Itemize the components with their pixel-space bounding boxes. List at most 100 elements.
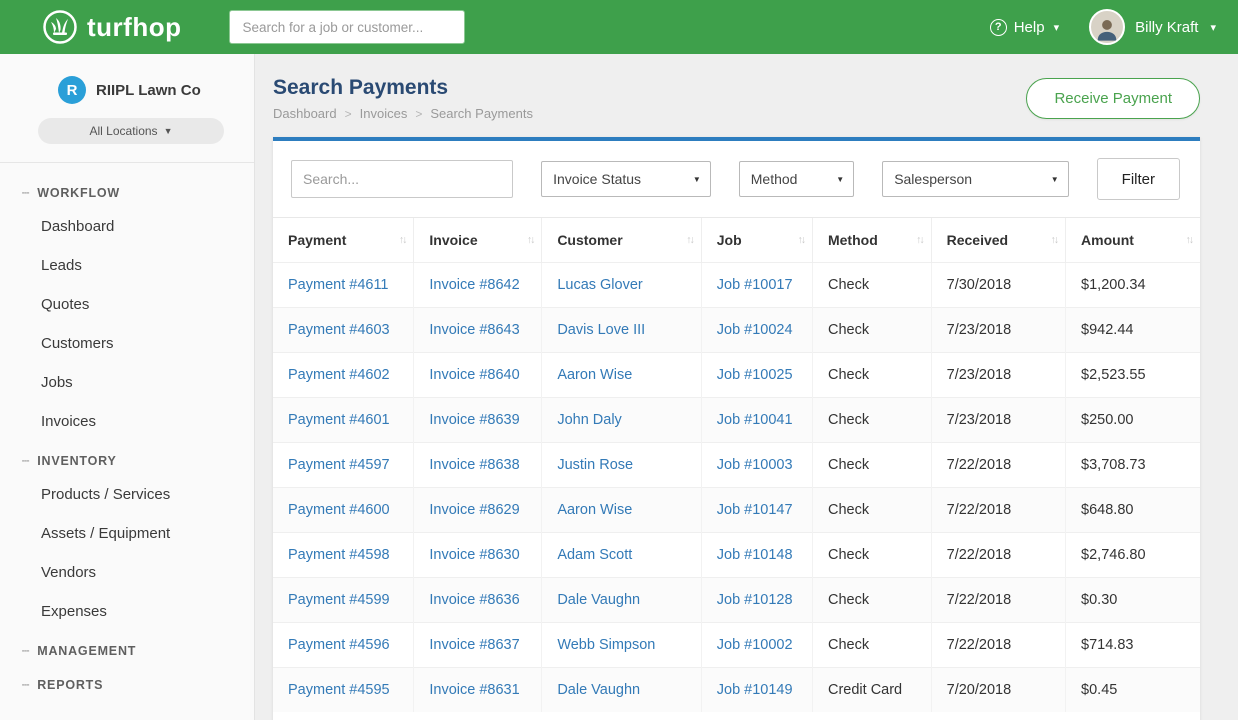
sidebar-item-jobs[interactable]: Jobs <box>0 363 254 402</box>
salesperson-select[interactable]: Salesperson ▼ <box>882 161 1068 197</box>
invoice-link[interactable]: Invoice #8639 <box>429 412 519 428</box>
payments-search-input[interactable] <box>291 160 513 198</box>
cell-method: Check <box>812 488 931 533</box>
invoice-status-select[interactable]: Invoice Status ▼ <box>541 161 711 197</box>
section-label: WORKFLOW <box>37 186 120 200</box>
table-row: Payment #4595 Invoice #8631 Dale Vaughn Job… <box>273 668 1200 713</box>
job-link[interactable]: Job #10147 <box>717 502 793 518</box>
cell-amount: $0.45 <box>1066 668 1200 713</box>
column-header-invoice[interactable]: Invoice↑↓ <box>414 218 542 263</box>
breadcrumb-item-dashboard[interactable]: Dashboard <box>273 106 337 121</box>
payment-link[interactable]: Payment #4602 <box>288 367 390 383</box>
payment-link[interactable]: Payment #4603 <box>288 322 390 338</box>
cell-customer: Aaron Wise <box>542 353 701 398</box>
sidebar-item-expenses[interactable]: Expenses <box>0 592 254 631</box>
brand-logo[interactable]: turfhop <box>42 9 181 45</box>
cell-invoice: Invoice #8636 <box>414 578 542 623</box>
invoice-link[interactable]: Invoice #8642 <box>429 277 519 293</box>
customer-link[interactable]: Lucas Glover <box>557 277 642 293</box>
customer-link[interactable]: Justin Rose <box>557 457 633 473</box>
sort-arrows-icon: ↑↓ <box>1186 234 1193 246</box>
sidebar-item-assets-equipment[interactable]: Assets / Equipment <box>0 514 254 553</box>
sidebar-item-customers[interactable]: Customers <box>0 324 254 363</box>
cell-customer: Justin Rose <box>542 443 701 488</box>
payment-link[interactable]: Payment #4611 <box>288 277 389 293</box>
column-header-payment[interactable]: Payment↑↓ <box>273 218 414 263</box>
job-link[interactable]: Job #10148 <box>717 547 793 563</box>
invoice-link[interactable]: Invoice #8638 <box>429 457 519 473</box>
cell-payment: Payment #4602 <box>273 353 414 398</box>
sidebar-item-dashboard[interactable]: Dashboard <box>0 207 254 246</box>
cell-payment: Payment #4596 <box>273 623 414 668</box>
invoice-link[interactable]: Invoice #8643 <box>429 322 519 338</box>
cell-customer: Webb Simpson <box>542 623 701 668</box>
invoice-link[interactable]: Invoice #8629 <box>429 502 519 518</box>
payment-link[interactable]: Payment #4597 <box>288 457 390 473</box>
job-link[interactable]: Job #10149 <box>717 682 793 698</box>
brand-name: turfhop <box>87 12 181 43</box>
job-link[interactable]: Job #10024 <box>717 322 793 338</box>
job-link[interactable]: Job #10003 <box>717 457 793 473</box>
company-header[interactable]: R RIIPL Lawn Co <box>0 54 254 104</box>
breadcrumb-item-invoices[interactable]: Invoices <box>360 106 408 121</box>
customer-link[interactable]: Aaron Wise <box>557 502 632 518</box>
table-row: Payment #4596 Invoice #8637 Webb Simpson Jo… <box>273 623 1200 668</box>
cell-customer: Aaron Wise <box>542 488 701 533</box>
section-label: REPORTS <box>37 678 103 692</box>
global-search-input[interactable] <box>229 10 465 44</box>
filter-button[interactable]: Filter <box>1097 158 1180 200</box>
sort-arrows-icon: ↑↓ <box>527 234 534 246</box>
sidebar-item-vendors[interactable]: Vendors <box>0 553 254 592</box>
job-link[interactable]: Job #10025 <box>717 367 793 383</box>
sidebar-item-quotes[interactable]: Quotes <box>0 285 254 324</box>
customer-link[interactable]: Webb Simpson <box>557 637 655 653</box>
customer-link[interactable]: Dale Vaughn <box>557 592 640 608</box>
job-link[interactable]: Job #10017 <box>717 277 793 293</box>
help-menu[interactable]: ? Help ▾ <box>990 19 1059 36</box>
payment-link[interactable]: Payment #4600 <box>288 502 390 518</box>
invoice-link[interactable]: Invoice #8637 <box>429 637 519 653</box>
customer-link[interactable]: Aaron Wise <box>557 367 632 383</box>
invoice-link[interactable]: Invoice #8636 <box>429 592 519 608</box>
customer-link[interactable]: Adam Scott <box>557 547 632 563</box>
customer-link[interactable]: Davis Love III <box>557 322 645 338</box>
column-header-customer[interactable]: Customer↑↓ <box>542 218 701 263</box>
job-link[interactable]: Job #10128 <box>717 592 793 608</box>
payments-table: Payment↑↓Invoice↑↓Customer↑↓Job↑↓Method↑… <box>273 217 1200 712</box>
payment-link[interactable]: Payment #4595 <box>288 682 390 698</box>
job-link[interactable]: Job #10041 <box>717 412 793 428</box>
cell-invoice: Invoice #8640 <box>414 353 542 398</box>
method-select[interactable]: Method ▼ <box>739 161 854 197</box>
cell-received: 7/23/2018 <box>931 398 1065 443</box>
sidebar-item-leads[interactable]: Leads <box>0 246 254 285</box>
payment-link[interactable]: Payment #4599 <box>288 592 390 608</box>
cell-customer: Lucas Glover <box>542 263 701 308</box>
sidebar-item-products-services[interactable]: Products / Services <box>0 475 254 514</box>
user-menu[interactable]: Billy Kraft ▾ <box>1089 9 1216 45</box>
invoice-link[interactable]: Invoice #8631 <box>429 682 519 698</box>
page-title: Search Payments <box>273 76 533 100</box>
sort-arrows-icon: ↑↓ <box>1051 234 1058 246</box>
column-header-amount[interactable]: Amount↑↓ <box>1066 218 1200 263</box>
cell-payment: Payment #4603 <box>273 308 414 353</box>
sidebar-item-invoices[interactable]: Invoices <box>0 402 254 441</box>
cell-received: 7/22/2018 <box>931 488 1065 533</box>
customer-link[interactable]: Dale Vaughn <box>557 682 640 698</box>
help-label: Help <box>1014 19 1045 36</box>
user-name: Billy Kraft <box>1135 19 1198 36</box>
column-header-received[interactable]: Received↑↓ <box>931 218 1065 263</box>
all-locations-dropdown[interactable]: All Locations ▼ <box>38 118 224 144</box>
cell-job: Job #10017 <box>701 263 812 308</box>
column-header-method[interactable]: Method↑↓ <box>812 218 931 263</box>
column-header-job[interactable]: Job↑↓ <box>701 218 812 263</box>
cell-received: 7/23/2018 <box>931 308 1065 353</box>
payment-link[interactable]: Payment #4596 <box>288 637 390 653</box>
cell-method: Check <box>812 623 931 668</box>
invoice-link[interactable]: Invoice #8640 <box>429 367 519 383</box>
receive-payment-button[interactable]: Receive Payment <box>1026 78 1200 119</box>
payment-link[interactable]: Payment #4598 <box>288 547 390 563</box>
invoice-link[interactable]: Invoice #8630 <box>429 547 519 563</box>
job-link[interactable]: Job #10002 <box>717 637 793 653</box>
customer-link[interactable]: John Daly <box>557 412 621 428</box>
payment-link[interactable]: Payment #4601 <box>288 412 390 428</box>
